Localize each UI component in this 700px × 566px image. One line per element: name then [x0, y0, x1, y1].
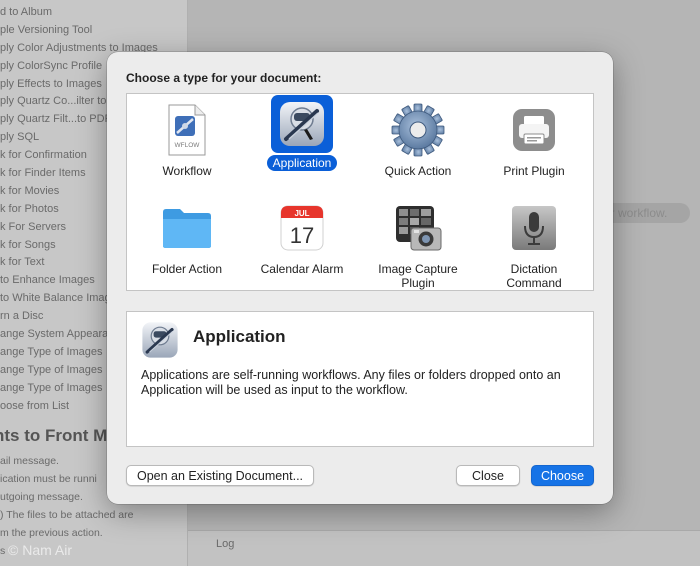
- background-action-item[interactable]: d to Album: [0, 4, 187, 22]
- type-label: Print Plugin: [503, 164, 565, 178]
- svg-text:JUL: JUL: [294, 209, 309, 218]
- description-title: Application: [193, 327, 286, 346]
- watermark: © Nam Air: [8, 542, 72, 558]
- calendar-icon: JUL 17: [271, 197, 333, 259]
- type-dictation-command[interactable]: Dictation Command: [476, 197, 592, 292]
- type-description-panel: Application Applications are self-runnin…: [126, 311, 594, 447]
- image-capture-icon: [387, 197, 449, 259]
- type-print-plugin[interactable]: Print Plugin: [476, 99, 592, 180]
- background-detail-line: m the previous action.: [0, 527, 103, 539]
- document-type-grid: WFLOW Workflow Application Quick Action …: [126, 93, 594, 291]
- type-workflow[interactable]: WFLOW Workflow: [129, 99, 245, 180]
- type-label: Quick Action: [384, 164, 452, 178]
- automator-robot-icon: [271, 95, 333, 153]
- type-label: Dictation Command: [506, 262, 562, 290]
- folder-icon: [156, 197, 218, 259]
- type-application[interactable]: Application: [244, 95, 360, 172]
- workflow-document-icon: WFLOW: [156, 99, 218, 161]
- close-button[interactable]: Close: [456, 465, 520, 486]
- dialog-prompt: Choose a type for your document:: [126, 71, 322, 85]
- type-calendar-alarm[interactable]: JUL 17 Calendar Alarm: [244, 197, 360, 278]
- svg-text:17: 17: [290, 223, 314, 248]
- description-text: Applications are self-running workflows.…: [141, 368, 561, 397]
- automator-robot-icon: [140, 320, 180, 360]
- log-label[interactable]: Log: [216, 538, 234, 550]
- type-label: Folder Action: [151, 262, 223, 276]
- type-label: Image Capture Plugin: [378, 262, 458, 290]
- type-image-capture-plugin[interactable]: Image Capture Plugin: [360, 197, 476, 292]
- type-label: Workflow: [162, 164, 212, 178]
- new-document-dialog: Choose a type for your document: WFLOW W…: [107, 52, 613, 504]
- choose-button[interactable]: Choose: [531, 465, 594, 486]
- type-quick-action[interactable]: Quick Action: [360, 99, 476, 180]
- background-detail-line: ) The files to be attached are: [0, 509, 134, 521]
- printer-icon: [503, 99, 565, 161]
- gear-icon: [387, 99, 449, 161]
- type-label: Application: [266, 155, 338, 171]
- svg-text:WFLOW: WFLOW: [175, 142, 201, 149]
- type-folder-action[interactable]: Folder Action: [129, 197, 245, 278]
- log-bar: [188, 530, 700, 566]
- microphone-icon: [503, 197, 565, 259]
- type-label: Calendar Alarm: [260, 262, 344, 276]
- background-action-item[interactable]: ple Versioning Tool: [0, 22, 187, 40]
- open-existing-document-button[interactable]: Open an Existing Document...: [126, 465, 314, 486]
